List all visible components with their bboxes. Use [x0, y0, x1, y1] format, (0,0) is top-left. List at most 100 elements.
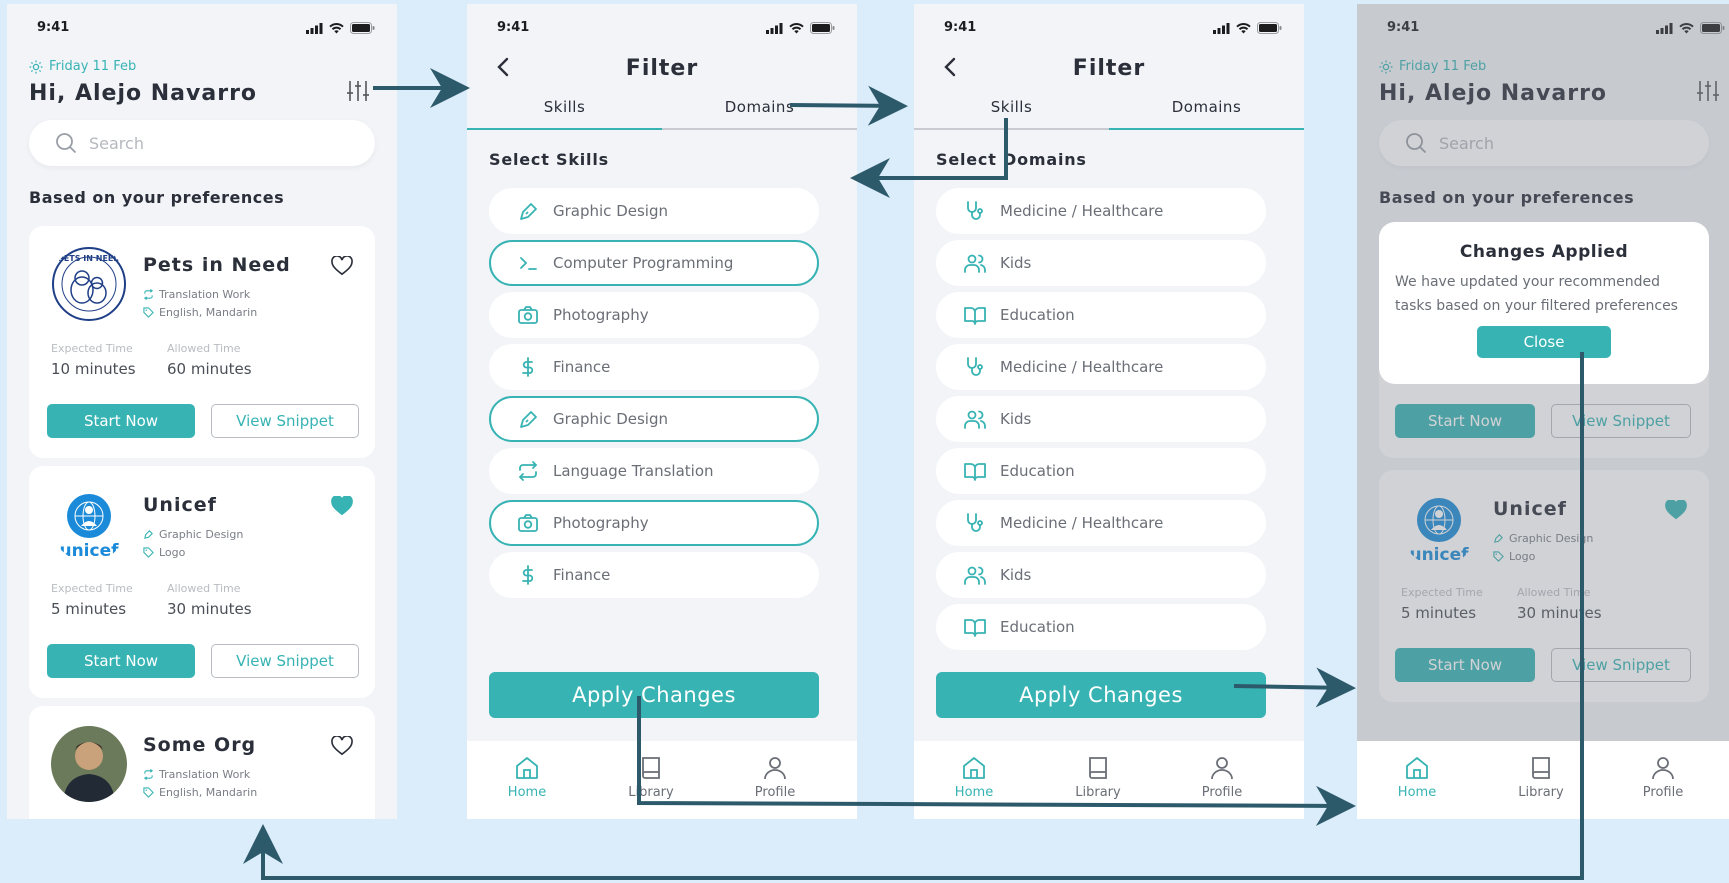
option-label: Graphic Design: [553, 410, 668, 428]
user-icon: [1652, 757, 1674, 780]
tab-profile[interactable]: Profile: [1623, 755, 1703, 800]
bottom-tab-bar: Home Library Profile: [467, 741, 857, 819]
option-pill[interactable]: Kids: [936, 240, 1266, 286]
section-title: Select Skills: [489, 150, 609, 169]
dialog-message: We have updated your recommended tasks b…: [1395, 274, 1678, 314]
option-pill[interactable]: Graphic Design: [489, 188, 819, 234]
org-name: Pets in Need: [143, 254, 291, 276]
tab-skills[interactable]: Skills: [467, 98, 662, 116]
heart-filled-icon[interactable]: [331, 496, 353, 516]
allowed-time-label: Allowed Time: [167, 582, 241, 595]
tab-library-label: Library: [1518, 785, 1564, 800]
tab-profile-label: Profile: [1201, 785, 1243, 800]
filter-sliders-icon[interactable]: [345, 78, 371, 104]
users-icon: [964, 254, 986, 273]
filter-domains-screen: 9:41 Filter Skills Domains Select Domain…: [914, 4, 1304, 819]
heart-outline-icon[interactable]: [331, 736, 353, 756]
user-icon: [1211, 757, 1233, 780]
allowed-time-value: 30 minutes: [167, 600, 252, 618]
filter-tabs: Skills Domains: [467, 92, 857, 130]
expected-time-value: 10 minutes: [51, 360, 136, 378]
section-title: Select Domains: [936, 150, 1087, 169]
task-tag-text: Graphic Design: [159, 528, 244, 541]
battery-icon: [350, 22, 375, 34]
option-pill[interactable]: Photography: [489, 500, 819, 546]
book-icon: [1089, 757, 1107, 779]
tab-skills[interactable]: Skills: [914, 98, 1109, 116]
option-label: Computer Programming: [553, 254, 734, 272]
expected-time-label: Expected Time: [51, 582, 133, 595]
greeting: Hi, Alejo Navarro: [29, 81, 258, 106]
task-card: unicef Unicef Graphic Design Logo Expect…: [29, 466, 375, 698]
view-snippet-button[interactable]: View Snippet: [211, 404, 359, 438]
task-card: PETS IN NEED Pets in Need Translation Wo…: [29, 226, 375, 458]
tab-profile-label: Profile: [754, 785, 796, 800]
option-pill[interactable]: Medicine / Healthcare: [936, 500, 1266, 546]
option-label: Education: [1000, 462, 1075, 480]
option-pill[interactable]: Computer Programming: [489, 240, 819, 286]
search-icon: [56, 133, 77, 154]
tab-domains[interactable]: Domains: [662, 98, 857, 116]
status-time: 9:41: [37, 20, 70, 35]
tab-home[interactable]: Home: [487, 755, 567, 800]
expected-time-value: 5 minutes: [51, 600, 127, 618]
search-bar[interactable]: [29, 120, 375, 166]
option-label: Medicine / Healthcare: [1000, 202, 1164, 220]
book-icon: [1532, 757, 1550, 779]
close-button[interactable]: Close: [1477, 326, 1611, 358]
pets-in-need-logo: PETS IN NEED: [51, 246, 127, 322]
option-pill[interactable]: Graphic Design: [489, 396, 819, 442]
home-icon: [516, 757, 538, 779]
heart-outline-icon[interactable]: [331, 256, 353, 276]
option-pill[interactable]: Language Translation: [489, 448, 819, 494]
status-bar: 9:41: [467, 18, 857, 38]
allowed-time-value: 60 minutes: [167, 360, 252, 378]
tab-library[interactable]: Library: [1501, 755, 1581, 800]
search-input[interactable]: [89, 133, 329, 153]
option-pill[interactable]: Education: [936, 604, 1266, 650]
start-now-button[interactable]: Start Now: [47, 404, 195, 438]
option-pill[interactable]: Medicine / Healthcare: [936, 188, 1266, 234]
apply-changes-button[interactable]: Apply Changes: [489, 672, 819, 718]
status-icons: [1213, 22, 1282, 34]
status-bar: 9:41: [7, 18, 397, 38]
option-pill[interactable]: Kids: [936, 396, 1266, 442]
status-icons: [306, 22, 375, 34]
option-pill[interactable]: Photography: [489, 292, 819, 338]
task-tag: Translation Work: [143, 768, 250, 781]
apply-changes-button[interactable]: Apply Changes: [936, 672, 1266, 718]
option-pill[interactable]: Kids: [936, 552, 1266, 598]
tab-home[interactable]: Home: [934, 755, 1014, 800]
pen-icon: [520, 411, 537, 428]
option-label: Photography: [553, 514, 649, 532]
task-tag: Translation Work: [143, 288, 250, 301]
home-changes-applied-screen: 9:41 Friday 11 Feb Hi, Alejo Navarro Bas…: [1357, 4, 1729, 819]
book-open-icon: [964, 619, 986, 637]
tab-profile[interactable]: Profile: [735, 755, 815, 800]
start-now-button[interactable]: Start Now: [47, 644, 195, 678]
sun-icon: [29, 60, 43, 73]
status-bar: 9:41: [914, 18, 1304, 38]
tab-home[interactable]: Home: [1377, 755, 1457, 800]
task-tag: English, Mandarin: [143, 306, 257, 319]
option-pill[interactable]: Education: [936, 448, 1266, 494]
tab-profile[interactable]: Profile: [1182, 755, 1262, 800]
option-pill[interactable]: Finance: [489, 344, 819, 390]
user-icon: [764, 757, 786, 780]
tab-domains[interactable]: Domains: [1109, 98, 1304, 116]
tab-library[interactable]: Library: [1058, 755, 1138, 800]
view-snippet-button[interactable]: View Snippet: [211, 644, 359, 678]
option-pill[interactable]: Medicine / Healthcare: [936, 344, 1266, 390]
option-pill[interactable]: Finance: [489, 552, 819, 598]
tab-home-label: Home: [507, 785, 547, 800]
camera-icon: [518, 514, 538, 532]
home-icon: [1406, 757, 1428, 779]
book-open-icon: [964, 463, 986, 481]
camera-icon: [518, 306, 538, 324]
tab-library[interactable]: Library: [611, 755, 691, 800]
tab-library-label: Library: [628, 785, 674, 800]
tag-icon: [143, 547, 154, 558]
pen-icon: [144, 530, 153, 539]
users-icon: [964, 566, 986, 585]
option-pill[interactable]: Education: [936, 292, 1266, 338]
